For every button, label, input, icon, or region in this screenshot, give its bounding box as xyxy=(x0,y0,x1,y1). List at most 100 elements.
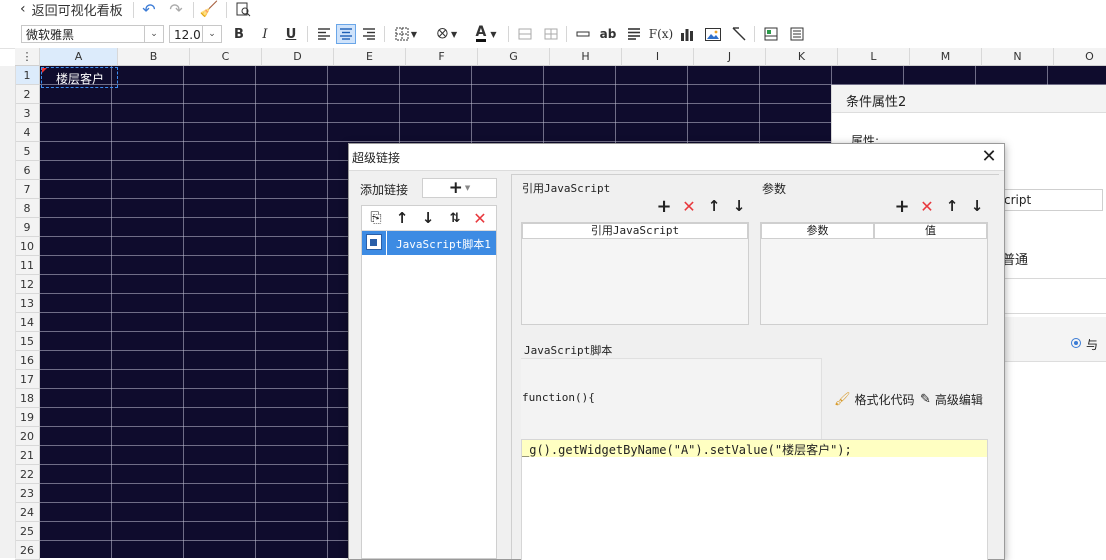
row-header[interactable]: 18 xyxy=(15,389,40,408)
params-col-value: 值 xyxy=(874,223,987,239)
undo-icon[interactable]: ↶ xyxy=(140,0,158,19)
widget-icon[interactable] xyxy=(762,25,780,43)
slash-icon[interactable] xyxy=(730,25,748,43)
back-button[interactable]: ‹ 返回可视化看板 xyxy=(20,0,123,19)
bold-button[interactable]: B xyxy=(231,25,247,43)
row-header[interactable]: 11 xyxy=(15,256,40,275)
row-header[interactable]: 22 xyxy=(15,465,40,484)
row-header[interactable]: 12 xyxy=(15,275,40,294)
column-header[interactable]: A xyxy=(40,48,118,66)
normal-label: 普通 xyxy=(1002,253,1029,268)
back-label: 返回可视化看板 xyxy=(31,3,123,19)
column-header[interactable]: O xyxy=(1054,48,1106,66)
row-header[interactable]: 25 xyxy=(15,522,40,541)
formula-button[interactable]: F(x) xyxy=(649,25,673,43)
preview-icon[interactable] xyxy=(234,0,252,18)
chart-icon[interactable] xyxy=(678,25,696,43)
copy-icon[interactable]: ⎘ xyxy=(367,209,385,227)
fill-color-button[interactable]: ⭙ ▼ xyxy=(431,25,463,43)
row-header[interactable]: 19 xyxy=(15,408,40,427)
ref-js-table[interactable]: 引用JavaScript xyxy=(521,222,749,325)
row-header[interactable]: 23 xyxy=(15,484,40,503)
link-list-panel: ⎘ ↑ ↓ ⇅ ✕ JavaScript脚本1 xyxy=(361,205,497,559)
row-header[interactable]: 1 xyxy=(15,66,40,85)
arrow-up-icon[interactable]: ↑ xyxy=(393,209,411,227)
column-header[interactable]: M xyxy=(910,48,982,66)
column-header[interactable]: I xyxy=(622,48,694,66)
insert-row-icon[interactable] xyxy=(574,25,592,43)
close-icon[interactable]: ✕ xyxy=(979,146,999,167)
row-header[interactable]: 13 xyxy=(15,294,40,313)
border-button[interactable]: ▼ xyxy=(391,25,421,43)
row-header[interactable]: 17 xyxy=(15,370,40,389)
ref-up-icon[interactable]: ↑ xyxy=(705,197,723,215)
text-align-icon[interactable] xyxy=(625,25,643,43)
format-painter-icon[interactable]: 🧹 xyxy=(200,0,219,18)
column-header[interactable]: L xyxy=(838,48,910,66)
row-header[interactable]: 24 xyxy=(15,503,40,522)
column-header[interactable]: H xyxy=(550,48,622,66)
ref-down-icon[interactable]: ↓ xyxy=(730,197,748,215)
cell-a1[interactable]: 楼层客户 xyxy=(41,67,118,88)
underline-button[interactable]: U xyxy=(283,25,299,43)
column-header[interactable]: N xyxy=(982,48,1054,66)
column-header[interactable]: K xyxy=(766,48,838,66)
add-link-dropdown[interactable]: + ▼ xyxy=(422,178,497,198)
row-header[interactable]: 9 xyxy=(15,218,40,237)
row-header[interactable]: 14 xyxy=(15,313,40,332)
row-header[interactable]: 21 xyxy=(15,446,40,465)
row-header[interactable]: 2 xyxy=(15,85,40,104)
param-up-icon[interactable]: ↑ xyxy=(943,197,961,215)
code-editor[interactable]: _g().getWidgetByName("A").setValue("楼层客户… xyxy=(521,439,988,560)
row-header[interactable]: 3 xyxy=(15,104,40,123)
row-header[interactable]: 7 xyxy=(15,180,40,199)
row-header[interactable]: 6 xyxy=(15,161,40,180)
image-icon[interactable] xyxy=(703,25,723,43)
row-header[interactable]: 8 xyxy=(15,199,40,218)
align-left-icon[interactable] xyxy=(315,25,333,43)
row-header[interactable]: 10 xyxy=(15,237,40,256)
column-header[interactable]: E xyxy=(334,48,406,66)
row-header[interactable]: 15 xyxy=(15,332,40,351)
redo-icon[interactable]: ↷ xyxy=(167,0,185,19)
link-item-label: JavaScript脚本1 xyxy=(396,238,491,251)
param-down-icon[interactable]: ↓ xyxy=(968,197,986,215)
column-header[interactable]: C xyxy=(190,48,262,66)
row-header[interactable]: 26 xyxy=(15,541,40,560)
format-code-button[interactable]: 🖌 格式化代码 xyxy=(834,390,915,408)
column-header[interactable]: D xyxy=(262,48,334,66)
delete-param-icon[interactable]: ✕ xyxy=(918,197,936,216)
merge-cells-icon[interactable] xyxy=(516,25,534,43)
column-header[interactable]: B xyxy=(118,48,190,66)
column-header[interactable]: G xyxy=(478,48,550,66)
column-header[interactable]: F xyxy=(406,48,478,66)
italic-button[interactable]: I xyxy=(257,25,273,43)
chevron-left-icon: ‹ xyxy=(20,1,26,17)
text-widget-button[interactable]: ab xyxy=(598,25,618,43)
add-ref-icon[interactable]: + xyxy=(655,196,673,217)
row-header[interactable]: 20 xyxy=(15,427,40,446)
row-header[interactable]: 4 xyxy=(15,123,40,142)
radio-and[interactable] xyxy=(1071,338,1081,348)
delete-icon[interactable]: ✕ xyxy=(471,209,489,228)
row-header[interactable]: 5 xyxy=(15,142,40,161)
sort-icon[interactable]: ⇅ xyxy=(445,209,465,227)
text-color-button[interactable]: A ▼ xyxy=(470,24,502,44)
align-right-icon[interactable] xyxy=(360,25,378,43)
panel-field[interactable] xyxy=(1000,278,1106,314)
split-cells-icon[interactable] xyxy=(542,25,560,43)
arrow-down-icon[interactable]: ↓ xyxy=(419,209,437,227)
font-size-select[interactable]: 12.0 ⌄ xyxy=(169,25,222,43)
property-input[interactable]: cript xyxy=(1000,189,1103,211)
link-item[interactable]: JavaScript脚本1 xyxy=(362,231,496,255)
align-center-icon[interactable] xyxy=(336,24,356,44)
list-icon[interactable] xyxy=(788,25,806,43)
font-family-select[interactable]: 微软雅黑 ⌄ xyxy=(21,25,164,43)
column-header[interactable]: J xyxy=(694,48,766,66)
add-param-icon[interactable]: + xyxy=(893,196,911,217)
params-table[interactable]: 参数 值 xyxy=(760,222,988,325)
delete-ref-icon[interactable]: ✕ xyxy=(680,197,698,216)
row-header[interactable]: 16 xyxy=(15,351,40,370)
advanced-edit-button[interactable]: ✎ 高级编辑 xyxy=(920,390,983,408)
select-all-corner[interactable]: ⋮ xyxy=(15,48,40,66)
